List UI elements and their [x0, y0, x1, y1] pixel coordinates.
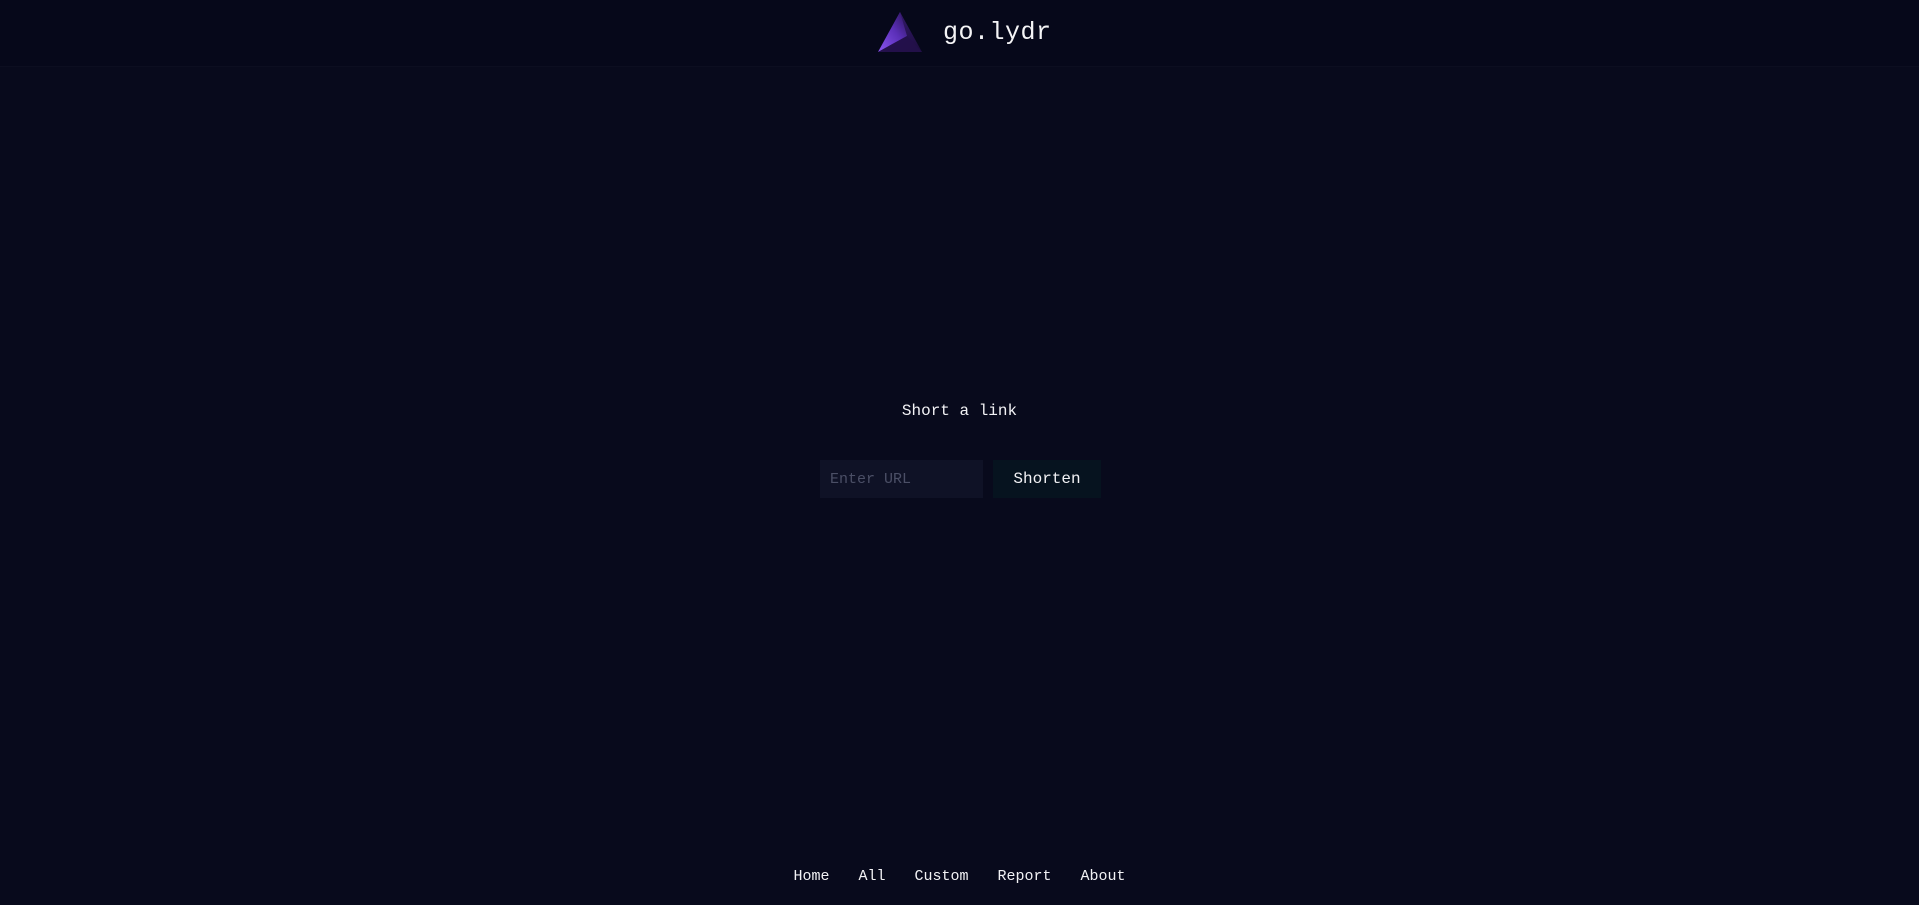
brand[interactable]: go.lydr	[877, 10, 1052, 54]
triangle-logo-icon	[878, 12, 922, 52]
footer-nav: Home All Custom Report About	[0, 868, 1919, 885]
shorten-form: Shorten	[820, 460, 1101, 498]
footer-link-custom[interactable]: Custom	[914, 868, 968, 885]
footer-link-home[interactable]: Home	[793, 868, 829, 885]
brand-name: go.lydr	[943, 17, 1052, 47]
url-input[interactable]	[820, 460, 983, 498]
footer-link-about[interactable]: About	[1081, 868, 1126, 885]
page-title: Short a link	[901, 402, 1018, 420]
footer-link-report[interactable]: Report	[998, 868, 1052, 885]
header: go.lydr	[0, 0, 1919, 66]
shorten-button[interactable]: Shorten	[993, 460, 1101, 498]
footer-link-all[interactable]: All	[858, 868, 885, 885]
